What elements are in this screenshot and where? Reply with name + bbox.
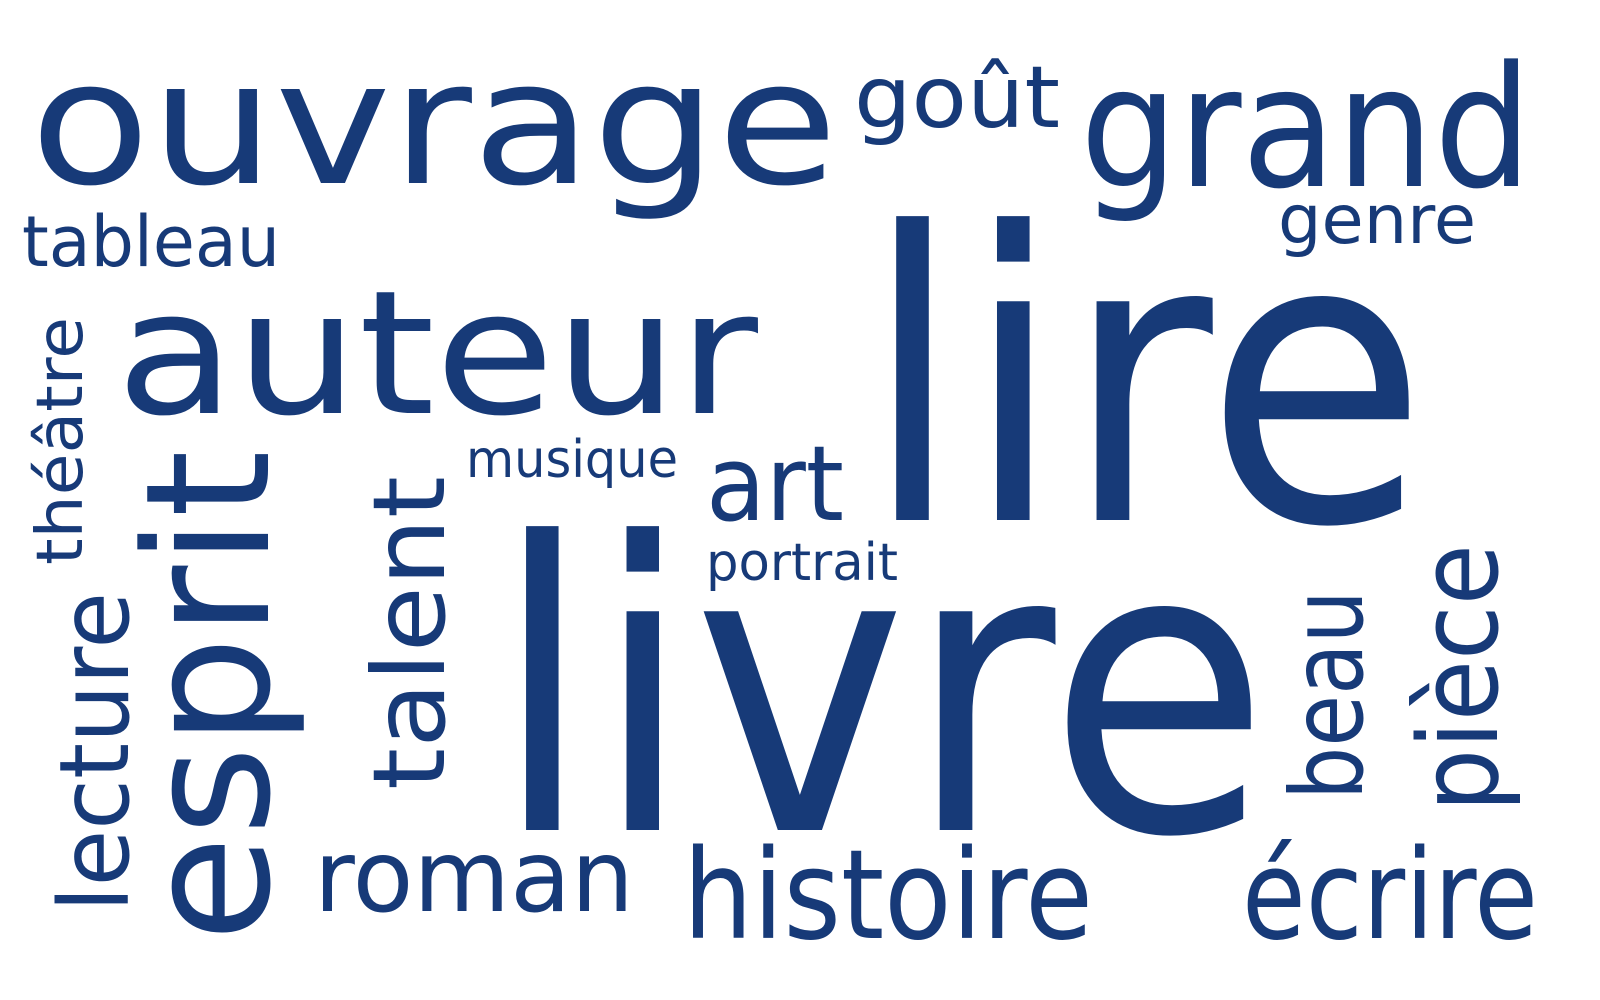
word-ouvrage: ouvrage: [30, 23, 838, 224]
word-piece: pièce: [1395, 544, 1523, 812]
word-cloud: ouvrage goût grand tableau genre auteur …: [22, 23, 1538, 968]
word-gout: goût: [854, 48, 1060, 148]
word-theatre: théâtre: [24, 317, 98, 565]
word-ecrire: écrire: [1242, 824, 1538, 968]
word-histoire: histoire: [683, 824, 1093, 968]
word-talent: talent: [351, 476, 468, 790]
word-roman: roman: [314, 818, 634, 935]
word-lecture: lecture: [39, 592, 151, 912]
word-auteur: auteur: [116, 253, 758, 454]
word-beau: beau: [1269, 590, 1386, 800]
